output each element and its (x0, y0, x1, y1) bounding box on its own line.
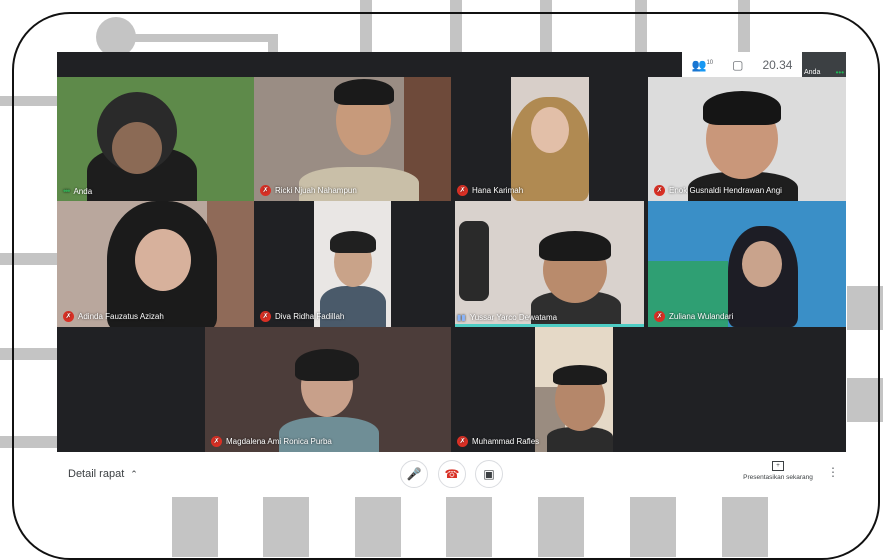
participant-tile[interactable]: ✗ Ricki Njuah Nahampun (254, 77, 451, 201)
hang-up-icon: ☎ (444, 467, 460, 481)
bottom-bar: Detail rapat ⌃ 🎤 ☎ ▣ + Presentasikan sek… (57, 452, 846, 497)
mic-off-icon: ✗ (654, 311, 665, 322)
self-view-thumbnail[interactable]: Anda ••• (802, 52, 846, 77)
chevron-up-icon: ⌃ (130, 468, 138, 479)
tile-name: ✗ Adinda Fauzatus Azizah (63, 311, 164, 322)
tile-name: ✗ Zuliana Wulandari (654, 311, 733, 322)
participant-name: Ricki Njuah Nahampun (275, 186, 357, 195)
participant-tile[interactable]: ••• Anda (57, 77, 254, 201)
camera-icon: ▣ (483, 467, 495, 481)
more-options-icon[interactable]: ⋮ (827, 466, 839, 478)
participants-count: 10 (706, 59, 714, 66)
hair (334, 79, 394, 105)
leave-call-button[interactable]: ☎ (438, 460, 466, 488)
participant-tile[interactable]: ✗ Zuliana Wulandari (648, 201, 846, 327)
mic-off-icon: ✗ (457, 436, 468, 447)
face (135, 229, 191, 291)
hair (703, 91, 781, 125)
hair (330, 231, 376, 253)
tile-name: ✗ Muhammad Rafles (457, 436, 539, 447)
participant-name: Hana Karimah (472, 186, 524, 195)
tile-name: ✗ Diva Ridha Fadillah (260, 311, 344, 322)
participant-name: Muhammad Rafles (472, 437, 540, 446)
self-view-label: Anda (804, 69, 821, 76)
participant-tile[interactable]: ✗ Muhammad Rafles (451, 327, 697, 452)
tile-name: ✗ Ricki Njuah Nahampun (260, 185, 357, 196)
participant-name: Adinda Fauzatus Azizah (78, 312, 164, 321)
meeting-details-button[interactable]: Detail rapat ⌃ (68, 468, 138, 480)
present-screen-icon: + (772, 461, 784, 471)
mic-off-icon: ✗ (654, 185, 665, 196)
hair (295, 349, 359, 381)
participant-tile[interactable]: ✗ Enok Gusnaldi Hendrawan Angi (648, 77, 846, 201)
tile-name: ✗ Enok Gusnaldi Hendrawan Angi (654, 185, 782, 196)
participant-tile[interactable]: ✗ Hana Karimah (451, 77, 648, 201)
participant-name: Zuliana Wulandari (669, 312, 734, 321)
mic-off-icon: ✗ (260, 311, 271, 322)
camera-button[interactable]: ▣ (475, 460, 503, 488)
more-dots-icon: ••• (63, 186, 71, 196)
participant-name: Diva Ridha Fadillah (275, 312, 345, 321)
chat-icon[interactable]: ▢ (732, 58, 743, 72)
more-dots-icon: ••• (835, 68, 844, 77)
mic-off-icon: ✗ (63, 311, 74, 322)
present-now-button[interactable]: + Presentasikan sekarang (738, 461, 818, 481)
participant-tile[interactable]: ✗ Diva Ridha Fadillah (254, 201, 451, 327)
participant-name: Yussar Yarco Dewatama (469, 313, 558, 322)
audio-level-icon: ▮▮ (457, 313, 466, 322)
face (742, 241, 782, 287)
clock: 20.34 (762, 57, 793, 72)
tile-name: ••• Anda (63, 186, 92, 196)
tile-name: ✗ Magdalena Ami Ronica Purba (211, 436, 332, 447)
mic-off-icon: ✗ (211, 436, 222, 447)
present-now-label: Presentasikan sekarang (743, 474, 813, 481)
mic-off-icon: ✗ (260, 185, 271, 196)
top-controls: 👥10 ▢ 20.34 (682, 52, 802, 77)
face (112, 122, 162, 174)
participant-name: Magdalena Ami Ronica Purba (226, 437, 332, 446)
hair (553, 365, 607, 385)
participant-tile[interactable]: ✗ Adinda Fauzatus Azizah (57, 201, 254, 327)
microphone-icon: 🎤 (406, 467, 422, 481)
meeting-details-label: Detail rapat (68, 468, 125, 480)
object (459, 221, 489, 301)
tile-name: ✗ Hana Karimah (457, 185, 523, 196)
mic-off-icon: ✗ (457, 185, 468, 196)
face (531, 107, 569, 153)
meet-window: 👥10 ▢ 20.34 Anda ••• ••• Anda ✗ Ricki Njua… (57, 52, 846, 497)
participant-tile[interactable]: ✗ Magdalena Ami Ronica Purba (205, 327, 451, 452)
microphone-button[interactable]: 🎤 (400, 460, 428, 488)
participant-name: Anda (73, 186, 93, 196)
participants-button[interactable]: 👥10 (691, 58, 713, 72)
hair (539, 231, 611, 261)
people-icon: 👥 (691, 57, 707, 72)
participant-name: Enok Gusnaldi Hendrawan Angi (669, 186, 782, 195)
tile-name: ▮▮ Yussar Yarco Dewatama (457, 313, 557, 322)
participant-tile-active[interactable]: ▮▮ Yussar Yarco Dewatama (451, 201, 648, 327)
